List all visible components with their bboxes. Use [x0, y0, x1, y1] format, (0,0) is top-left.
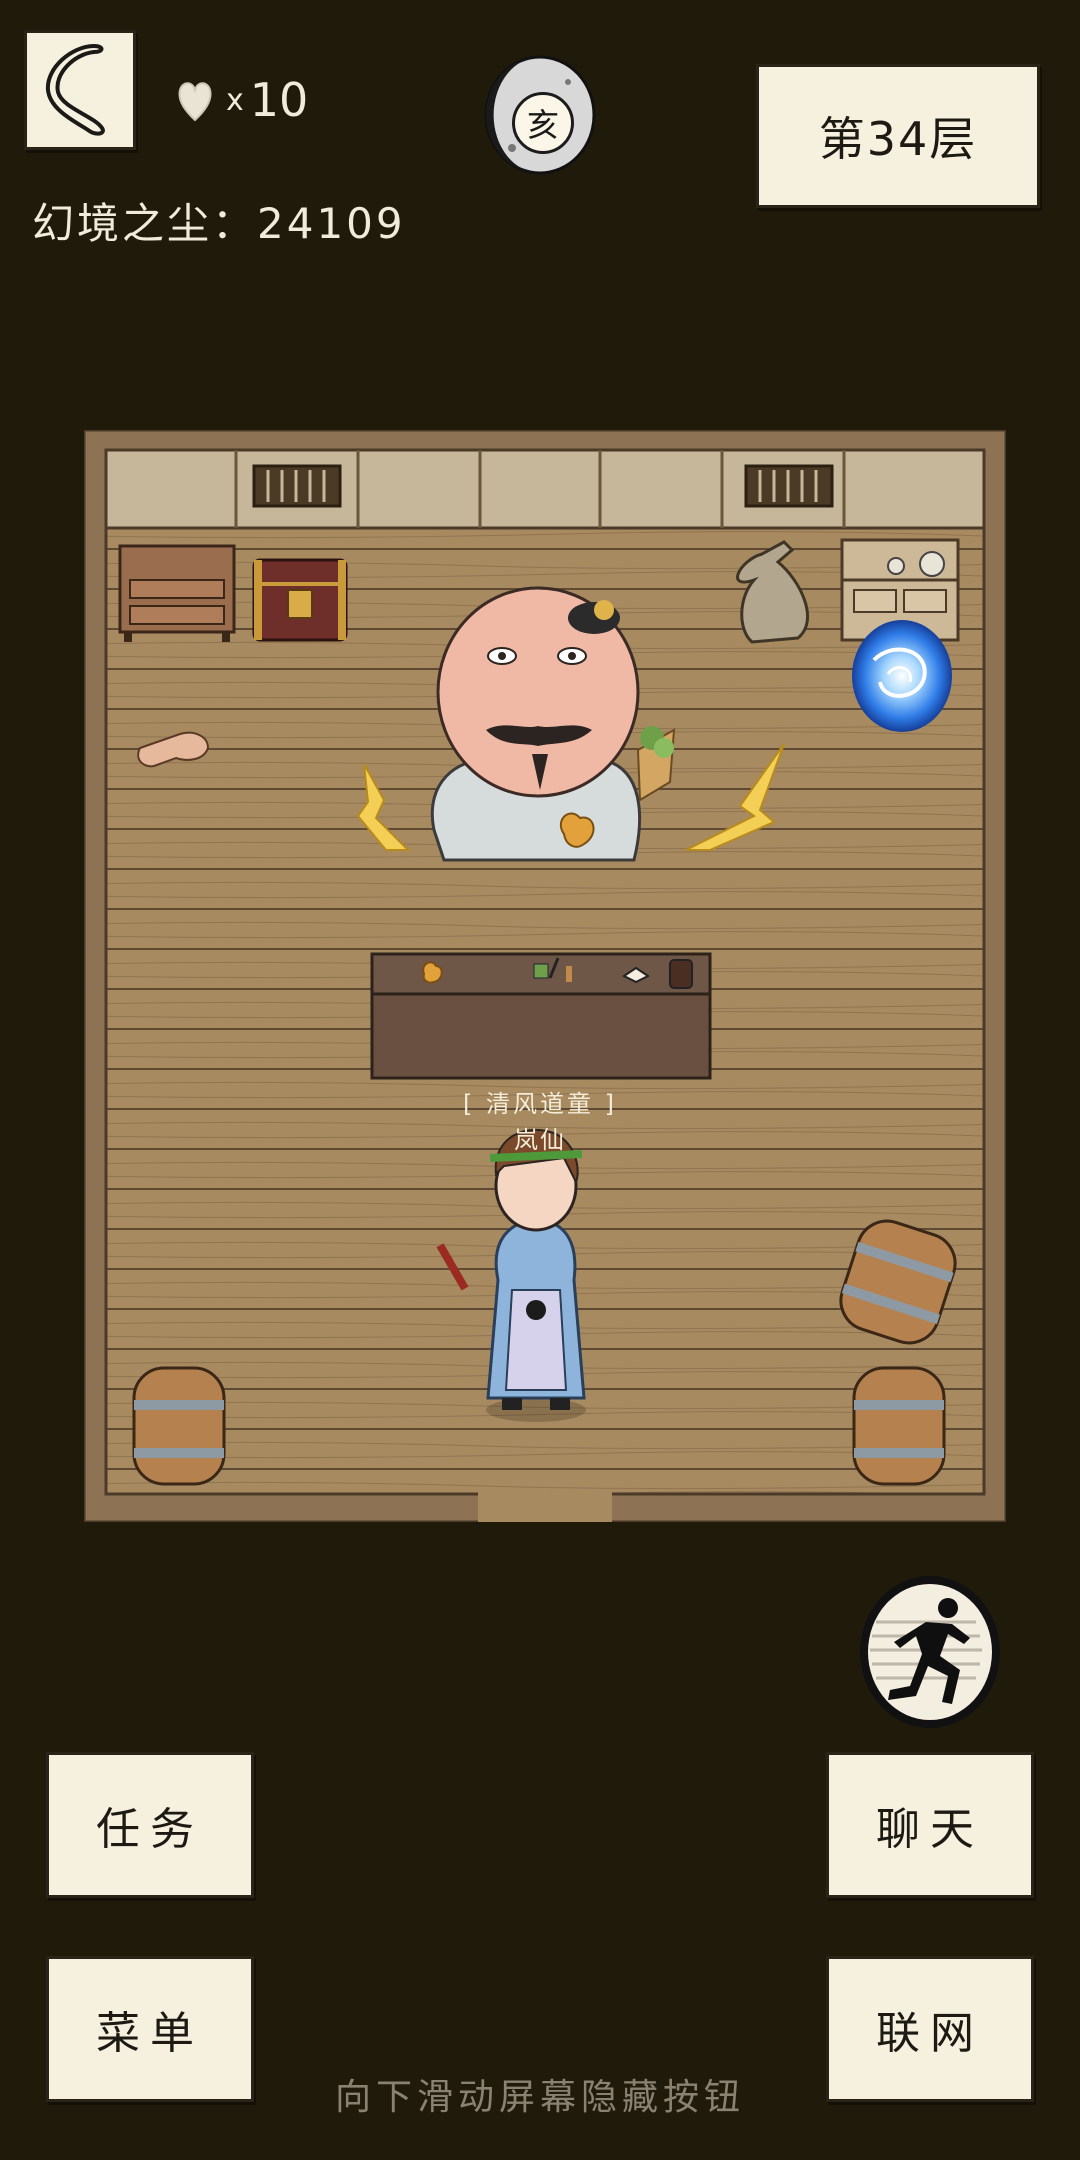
teleport-portal[interactable]: [852, 620, 952, 732]
lives-count: 10: [249, 73, 309, 127]
swipe-hint: 向下滑动屏幕隐藏按钮: [334, 2077, 745, 2118]
treasure-chest[interactable]: [252, 558, 348, 642]
run-button[interactable]: [856, 1572, 1004, 1732]
lives-counter: x 10: [176, 70, 308, 130]
back-arrow-icon: [45, 44, 105, 136]
chat-button[interactable]: 聊天: [826, 1752, 1034, 1898]
heart-icon: [178, 82, 212, 122]
wall-vent-left: [252, 464, 342, 508]
back-button[interactable]: [24, 30, 136, 150]
barrel[interactable]: [132, 1366, 226, 1486]
npc-title-label: [ 清风道童 ]: [463, 1090, 617, 1118]
time-of-day-label: 亥: [512, 92, 574, 154]
dream-dust-counter: 幻境之尘：24109: [32, 199, 406, 248]
barrel[interactable]: [852, 1366, 946, 1486]
lives-multiplier: x: [226, 82, 244, 118]
npc-name-label: 岚仙: [514, 1126, 566, 1154]
quest-button[interactable]: 任务: [46, 1752, 254, 1898]
game-room-scene[interactable]: [84, 430, 1006, 1522]
wall-vent-right: [744, 464, 834, 508]
drawer-cabinet[interactable]: [118, 544, 236, 642]
floor-level-label: 第34层: [756, 64, 1040, 208]
shop-counter[interactable]: [370, 952, 712, 1080]
